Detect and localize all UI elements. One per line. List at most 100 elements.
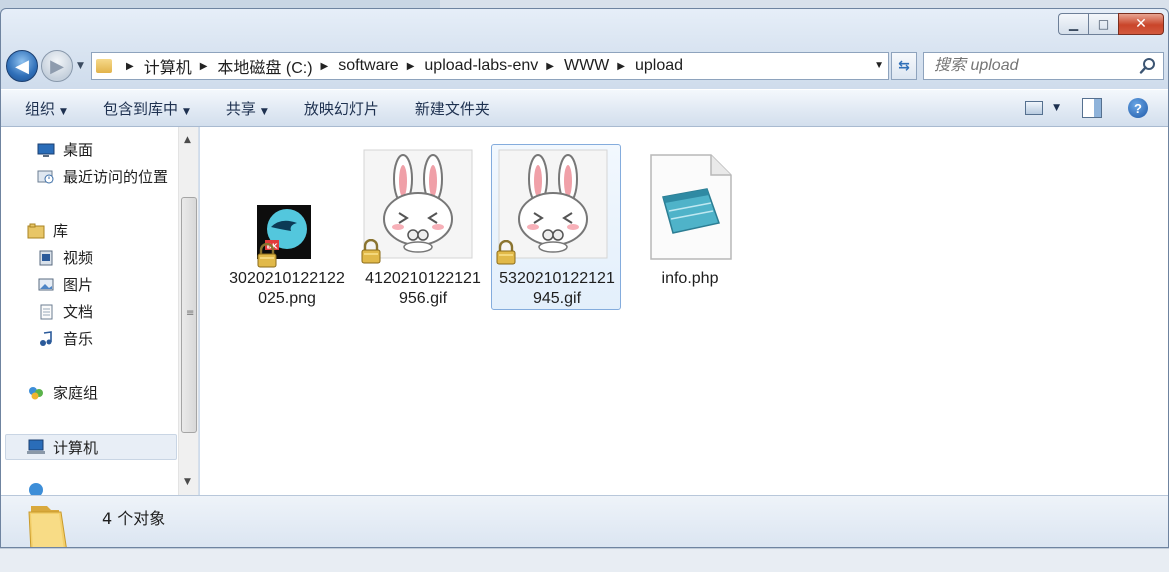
nav-item-pictures[interactable]: 图片 xyxy=(37,274,93,295)
new-folder-button[interactable]: 新建文件夹 xyxy=(415,98,490,119)
slideshow-label: 放映幻灯片 xyxy=(303,99,379,118)
file-item[interactable]: 4120210122121956.gif xyxy=(358,145,488,311)
nav-item-homegroup[interactable]: 家庭组 xyxy=(27,382,98,403)
view-options-dropdown-icon[interactable]: ▼ xyxy=(1053,103,1060,113)
command-bar: 组织 ▼ 包含到库中 ▼ 共享 ▼ 放映幻灯片 新建文件夹 ▼ ? xyxy=(1,89,1168,127)
refresh-button[interactable]: ⇆ xyxy=(891,52,917,80)
share-label: 共享 xyxy=(225,99,256,118)
nav-item-label: 计算机 xyxy=(53,438,99,457)
file-item-selected[interactable]: 5320210122121945.gif xyxy=(491,144,621,310)
refresh-icon: ⇆ xyxy=(898,58,910,74)
navigation-pane: 桌面 最近访问的位置 库 视频 图片 文档 音乐 家庭组 计算机 ▲ ≡ ▼ xyxy=(1,127,199,495)
organize-label: 组织 xyxy=(25,99,56,118)
nav-pane-scrollbar[interactable]: ▲ ≡ ▼ xyxy=(178,127,198,495)
scroll-down-icon[interactable]: ▼ xyxy=(184,477,191,487)
explorer-window: ▁ □ ✕ ◀ ▶ ▼ ▶ 计算机 ▶ 本地磁盘 (C:) ▶ software… xyxy=(0,8,1169,548)
chevron-down-icon: ▼ xyxy=(182,106,190,117)
chevron-right-icon[interactable]: ▶ xyxy=(126,61,134,72)
view-controls: ▼ ? xyxy=(1025,98,1148,118)
nav-item-videos[interactable]: 视频 xyxy=(37,247,93,268)
nav-item-libraries[interactable]: 库 xyxy=(27,220,68,241)
minimize-button[interactable]: ▁ xyxy=(1058,13,1088,35)
computer-icon xyxy=(27,439,45,454)
file-item[interactable]: info.php xyxy=(625,145,755,311)
file-name: 4120210122121956.gif xyxy=(365,270,481,307)
chevron-right-icon[interactable]: ▶ xyxy=(407,61,415,72)
search-icon[interactable] xyxy=(1139,57,1157,75)
nav-item-network-partial[interactable] xyxy=(27,483,53,495)
back-button[interactable]: ◀ xyxy=(6,50,38,82)
close-button[interactable]: ✕ xyxy=(1118,13,1164,35)
file-name: 5320210122121945.gif xyxy=(499,270,615,307)
videos-icon xyxy=(39,250,53,265)
new-folder-label: 新建文件夹 xyxy=(414,99,490,118)
chevron-down-icon: ▼ xyxy=(260,106,268,117)
music-icon xyxy=(40,330,52,346)
address-history-dropdown-icon[interactable]: ▼ xyxy=(874,60,884,71)
chevron-right-icon[interactable]: ▶ xyxy=(321,61,329,72)
nav-item-recent-places[interactable]: 最近访问的位置 xyxy=(37,166,168,187)
search-box[interactable] xyxy=(923,52,1164,80)
chevron-right-icon[interactable]: ▶ xyxy=(617,61,625,72)
lock-icon xyxy=(257,243,277,268)
notepad-file-icon xyxy=(650,154,732,260)
details-pane: 4 个对象 xyxy=(1,495,1168,547)
item-count: 4 个对象 xyxy=(102,509,166,528)
recent-pages-dropdown-icon[interactable]: ▼ xyxy=(77,61,84,71)
navigation-row: ◀ ▶ ▼ ▶ 计算机 ▶ 本地磁盘 (C:) ▶ software ▶ upl… xyxy=(1,47,1168,85)
nav-item-desktop[interactable]: 桌面 xyxy=(37,139,93,160)
address-bar[interactable]: ▶ 计算机 ▶ 本地磁盘 (C:) ▶ software ▶ upload-la… xyxy=(91,52,889,80)
homegroup-icon xyxy=(29,386,43,399)
nav-item-documents[interactable]: 文档 xyxy=(37,301,93,322)
breadcrumb-upload[interactable]: upload xyxy=(635,57,683,75)
file-item[interactable]: BK 3020210122122025.png xyxy=(222,145,352,311)
search-input[interactable] xyxy=(934,57,1134,75)
folder-icon xyxy=(28,506,67,547)
scroll-up-icon[interactable]: ▲ xyxy=(184,135,191,145)
nav-item-label: 视频 xyxy=(63,249,94,267)
chevron-right-icon[interactable]: ▶ xyxy=(200,61,208,72)
file-list-view[interactable]: BK 3020210122122025.png 4120210122121956… xyxy=(200,127,1168,495)
lock-icon xyxy=(496,240,516,265)
breadcrumb-upload-labs-env[interactable]: upload-labs-env xyxy=(424,57,538,75)
breadcrumb-software[interactable]: software xyxy=(338,57,398,75)
slideshow-button[interactable]: 放映幻灯片 xyxy=(304,98,379,119)
caption-buttons: ▁ □ ✕ xyxy=(1058,13,1164,35)
nav-item-label: 文档 xyxy=(63,303,94,321)
nav-item-label: 家庭组 xyxy=(53,384,99,402)
breadcrumb-www[interactable]: WWW xyxy=(564,57,609,75)
nav-item-label: 音乐 xyxy=(63,330,94,348)
help-icon[interactable]: ? xyxy=(1128,98,1148,118)
file-name: info.php xyxy=(661,270,719,287)
folder-icon xyxy=(96,59,112,73)
include-in-library-label: 包含到库中 xyxy=(102,99,178,118)
nav-item-label: 桌面 xyxy=(63,141,94,159)
preview-pane-icon[interactable] xyxy=(1082,98,1102,118)
nav-item-label: 最近访问的位置 xyxy=(63,168,169,186)
libraries-icon xyxy=(27,223,45,238)
share-menu[interactable]: 共享 ▼ xyxy=(226,98,268,119)
grip-icon: ≡ xyxy=(186,308,195,319)
documents-icon xyxy=(40,304,53,319)
change-view-icon[interactable] xyxy=(1025,101,1044,115)
scroll-thumb[interactable]: ≡ xyxy=(181,197,197,433)
maximize-button[interactable]: □ xyxy=(1088,13,1118,35)
lock-icon xyxy=(361,239,381,264)
chevron-down-icon: ▼ xyxy=(60,106,67,117)
organize-menu[interactable]: 组织 ▼ xyxy=(25,98,67,119)
nav-item-music[interactable]: 音乐 xyxy=(37,328,93,349)
nav-item-label: 图片 xyxy=(63,276,94,294)
breadcrumb-local-disk[interactable]: 本地磁盘 (C:) xyxy=(217,54,312,78)
background-window-bottom xyxy=(0,548,1169,572)
forward-button[interactable]: ▶ xyxy=(41,50,73,82)
nav-item-label: 库 xyxy=(53,222,69,240)
chevron-right-icon[interactable]: ▶ xyxy=(546,61,554,72)
breadcrumb-computer[interactable]: 计算机 xyxy=(144,54,192,78)
network-icon xyxy=(29,483,43,495)
nav-item-computer[interactable]: 计算机 xyxy=(5,434,177,460)
file-name: 3020210122122025.png xyxy=(229,270,345,307)
pictures-icon xyxy=(38,278,54,290)
include-in-library-menu[interactable]: 包含到库中 ▼ xyxy=(103,98,190,119)
desktop-icon xyxy=(37,143,55,157)
recent-places-icon xyxy=(37,170,54,183)
